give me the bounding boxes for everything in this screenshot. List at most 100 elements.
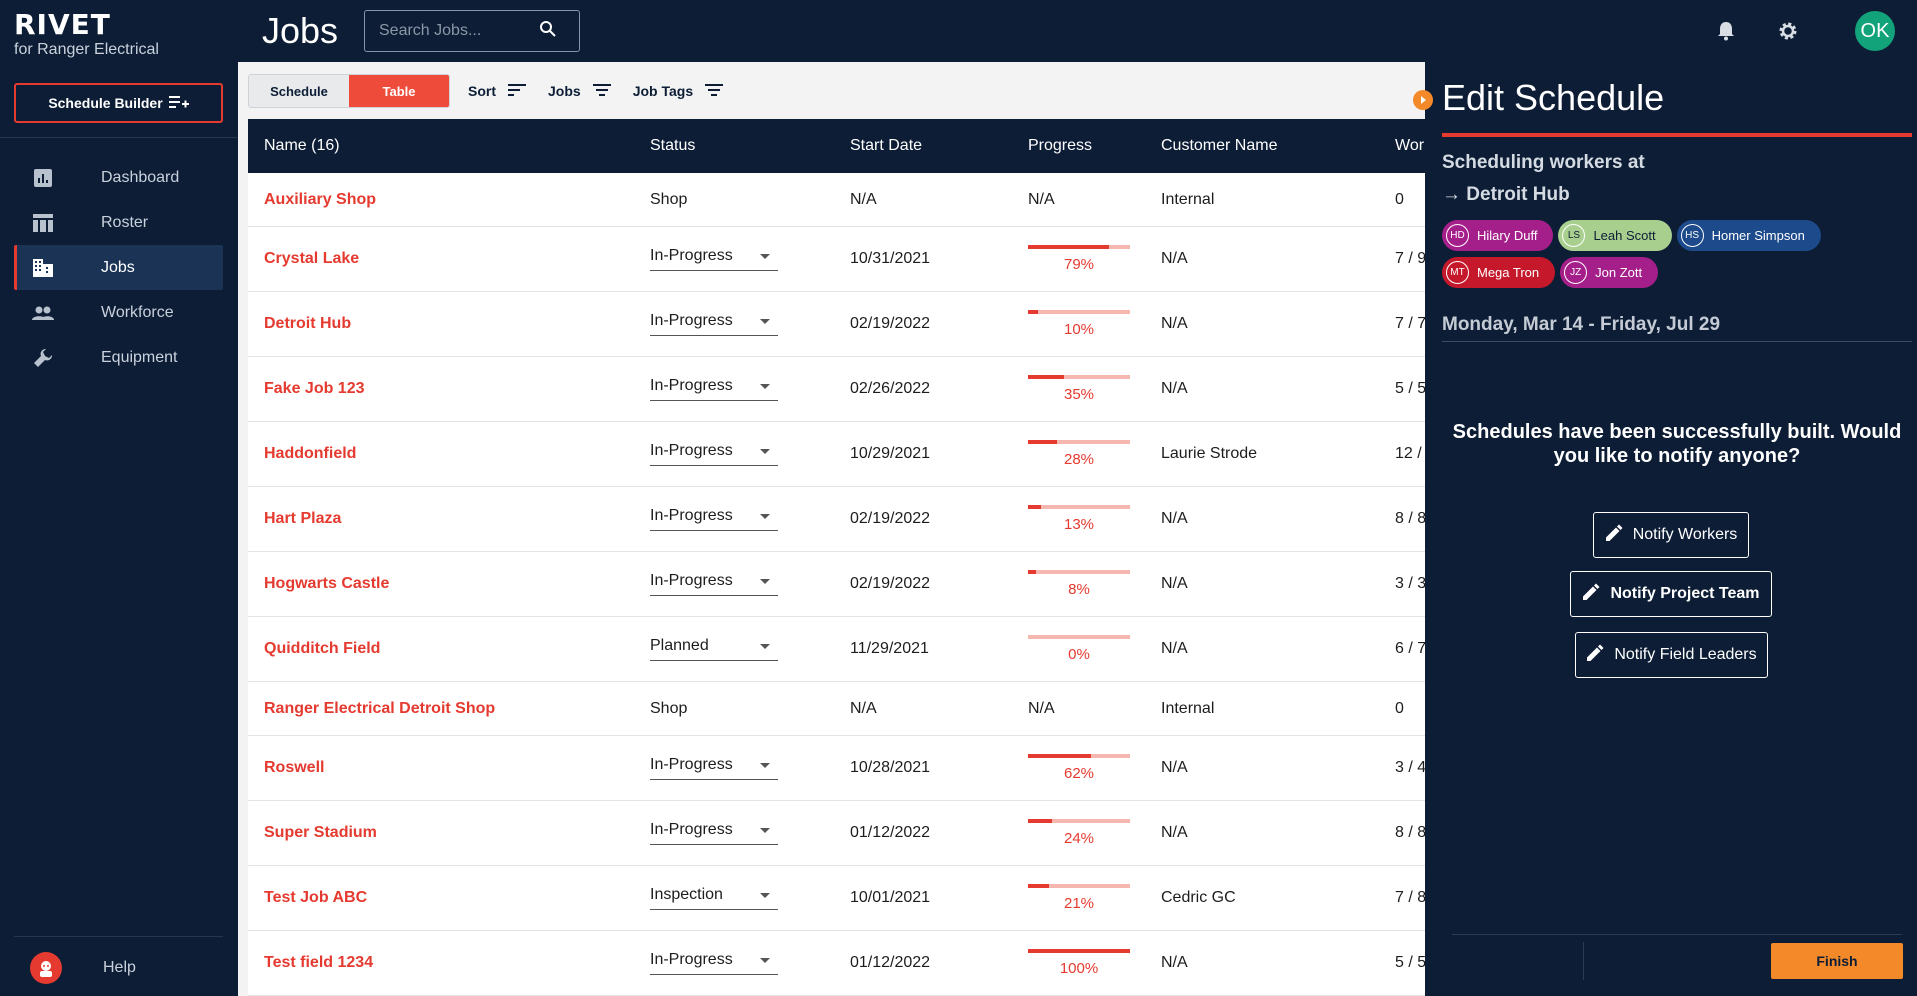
status-select[interactable]: Inspection (650, 886, 778, 910)
progress-track (1028, 310, 1130, 314)
table-row[interactable]: Super Stadium In-Progress 01/12/2022 24%… (248, 801, 1425, 866)
table-row[interactable]: Auxiliary Shop Shop N/A N/A Internal 0 (248, 173, 1425, 227)
schedule-builder-button[interactable]: Schedule Builder (14, 83, 223, 123)
table-row[interactable]: Test field 1234 In-Progress 01/12/2022 1… (248, 931, 1425, 996)
bell-icon[interactable] (1711, 16, 1741, 46)
sidebar: RIVET for Ranger Electrical Schedule Bui… (0, 0, 238, 996)
sidebar-item-jobs[interactable]: Jobs (14, 245, 223, 290)
sidebar-item-roster[interactable]: Roster (14, 200, 223, 245)
view-schedule-button[interactable]: Schedule (249, 75, 349, 107)
brand-logo[interactable]: RIVET for Ranger Electrical (14, 10, 159, 59)
progress-percent: 79% (1063, 256, 1095, 273)
table-row[interactable]: Quidditch Field Planned 11/29/2021 0% N/… (248, 617, 1425, 682)
column-header-start-date[interactable]: Start Date (850, 137, 922, 155)
notify-workers-button[interactable]: Notify Workers (1593, 512, 1749, 558)
sidebar-item-workforce[interactable]: Workforce (14, 290, 223, 335)
table-row[interactable]: Haddonfield In-Progress 10/29/2021 28% L… (248, 422, 1425, 487)
status-select[interactable]: In-Progress (650, 507, 778, 531)
sidebar-item-dashboard[interactable]: Dashboard (14, 155, 223, 200)
start-date: N/A (850, 190, 877, 208)
job-name-link[interactable]: Ranger Electrical Detroit Shop (264, 700, 495, 718)
notify-workers-label: Notify Workers (1632, 526, 1738, 543)
sort-button[interactable]: Sort (468, 83, 526, 100)
status-select[interactable]: In-Progress (650, 377, 778, 401)
panel-title-underline (1442, 133, 1912, 137)
user-avatar[interactable]: OK (1855, 11, 1895, 51)
table-row[interactable]: Ranger Electrical Detroit Shop Shop N/A … (248, 682, 1425, 736)
status-select[interactable]: In-Progress (650, 821, 778, 845)
progress-track (1028, 884, 1130, 888)
status-text: Shop (650, 190, 688, 208)
job-name-link[interactable]: Test Job ABC (264, 889, 367, 907)
customer-name: Internal (1161, 190, 1215, 208)
status-select[interactable]: In-Progress (650, 312, 778, 336)
worker-chip[interactable]: LS Leah Scott (1558, 220, 1672, 251)
job-name-link[interactable]: Super Stadium (264, 824, 377, 842)
progress-fill (1028, 884, 1050, 888)
progress-fill (1028, 310, 1039, 314)
customer-name: Cedric GC (1161, 889, 1236, 906)
job-name-link[interactable]: Detroit Hub (264, 315, 351, 333)
search-box[interactable] (364, 10, 580, 52)
job-tags-filter-button[interactable]: Job Tags (633, 83, 724, 100)
status-text: Shop (650, 699, 688, 717)
job-name-link[interactable]: Quidditch Field (264, 640, 380, 658)
status-select[interactable]: In-Progress (650, 951, 778, 975)
progress-indicator: 35% (1028, 375, 1130, 403)
status-value: In-Progress (650, 821, 733, 838)
status-select[interactable]: In-Progress (650, 756, 778, 780)
column-header-status[interactable]: Status (650, 137, 695, 155)
job-name-link[interactable]: Hart Plaza (264, 510, 341, 528)
job-name-link[interactable]: Test field 1234 (264, 954, 373, 972)
table-row[interactable]: Roswell In-Progress 10/28/2021 62% N/A 3… (248, 736, 1425, 801)
collapse-panel-icon[interactable] (1413, 90, 1433, 110)
table-row[interactable]: Hart Plaza In-Progress 02/19/2022 13% N/… (248, 487, 1425, 552)
progress-track (1028, 570, 1130, 574)
finish-button[interactable]: Finish (1771, 943, 1903, 979)
job-name-link[interactable]: Auxiliary Shop (264, 191, 376, 209)
status-select[interactable]: In-Progress (650, 572, 778, 596)
column-header-customer[interactable]: Customer Name (1161, 137, 1277, 155)
jobs-filter-button[interactable]: Jobs (548, 83, 611, 100)
workers-count: 6 / 7 (1395, 640, 1425, 657)
notify-project-team-button[interactable]: Notify Project Team (1570, 571, 1772, 617)
column-header-progress[interactable]: Progress (1028, 137, 1092, 155)
status-select[interactable]: In-Progress (650, 247, 778, 271)
notify-field-leaders-button[interactable]: Notify Field Leaders (1575, 632, 1768, 678)
search-icon[interactable] (539, 20, 557, 43)
panel-footer-separator (1583, 942, 1584, 980)
column-header-workers[interactable]: Wor (1395, 137, 1424, 155)
worker-chips: HD Hilary Duff LS Leah Scott HS Homer Simp… (1442, 220, 1912, 288)
table-row[interactable]: Hogwarts Castle In-Progress 02/19/2022 8… (248, 552, 1425, 617)
job-name-link[interactable]: Roswell (264, 759, 324, 777)
progress-fill (1028, 245, 1109, 249)
view-table-button[interactable]: Table (349, 75, 449, 107)
worker-name: Mega Tron (1477, 265, 1540, 280)
worker-chip[interactable]: HD Hilary Duff (1442, 220, 1554, 251)
job-name-link[interactable]: Crystal Lake (264, 250, 359, 268)
table-header: Name (16) Status Start Date Progress Cus… (248, 119, 1425, 173)
help-button[interactable]: Help (30, 952, 136, 984)
job-name-link[interactable]: Haddonfield (264, 445, 356, 463)
gear-icon[interactable] (1773, 16, 1803, 46)
customer-name: N/A (1161, 315, 1188, 332)
table-row[interactable]: Fake Job 123 In-Progress 02/26/2022 35% … (248, 357, 1425, 422)
progress-indicator: 21% (1028, 884, 1130, 912)
sidebar-item-equipment[interactable]: Equipment (14, 335, 223, 380)
worker-chip[interactable]: JZ Jon Zott (1560, 257, 1659, 288)
status-value: In-Progress (650, 572, 733, 589)
table-row[interactable]: Test Job ABC Inspection 10/01/2021 21% C… (248, 866, 1425, 931)
worker-chip[interactable]: HS Homer Simpson (1676, 220, 1821, 251)
status-select[interactable]: In-Progress (650, 442, 778, 466)
job-name-link[interactable]: Fake Job 123 (264, 380, 365, 398)
job-name-link[interactable]: Hogwarts Castle (264, 575, 389, 593)
column-header-name[interactable]: Name (16) (264, 137, 340, 155)
table-row[interactable]: Crystal Lake In-Progress 10/31/2021 79% … (248, 227, 1425, 292)
worker-chip[interactable]: MT Mega Tron (1442, 257, 1556, 288)
start-date: 02/19/2022 (850, 315, 931, 332)
progress-fill (1028, 375, 1064, 379)
sidebar-item-label: Jobs (101, 258, 135, 276)
table-row[interactable]: Detroit Hub In-Progress 02/19/2022 10% N… (248, 292, 1425, 357)
status-select[interactable]: Planned (650, 637, 778, 661)
search-input[interactable] (379, 22, 539, 40)
